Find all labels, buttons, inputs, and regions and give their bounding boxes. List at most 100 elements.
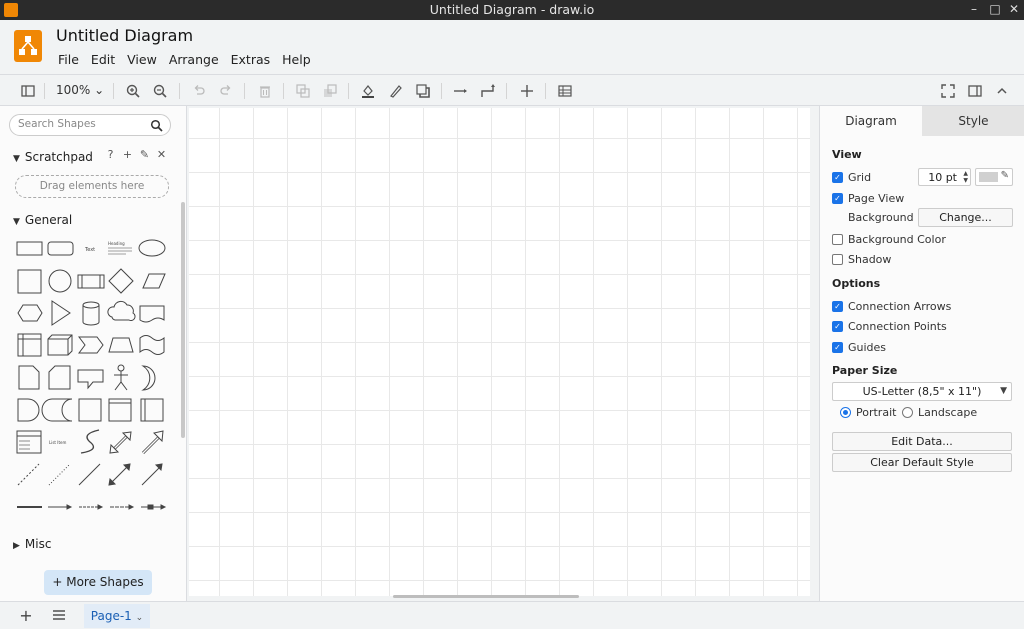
shape-note[interactable] [18, 365, 40, 390]
edit-icon[interactable]: ✎ [138, 148, 151, 161]
shape-hexagon[interactable] [17, 304, 43, 322]
insert-icon[interactable] [518, 82, 536, 100]
checkbox-connection-arrows[interactable]: ✓ [832, 300, 843, 312]
line-color-icon[interactable] [387, 82, 405, 100]
search-icon[interactable] [150, 119, 163, 132]
chevron-down-icon[interactable]: ⌄ [136, 613, 144, 623]
shape-rectangle[interactable] [16, 241, 43, 256]
checkbox-page-view[interactable]: ✓ [832, 192, 843, 204]
shape-process[interactable] [77, 274, 105, 289]
close-icon[interactable]: ✕ [155, 148, 168, 161]
shape-trapezoid[interactable] [108, 337, 134, 353]
change-background-button[interactable]: Change... [918, 208, 1013, 227]
shape-data-storage[interactable] [41, 398, 73, 422]
shape-internal-storage[interactable] [17, 333, 42, 357]
misc-header[interactable]: ▶ Misc [13, 537, 51, 551]
shape-curve[interactable] [80, 429, 100, 454]
shape-bidirectional-arrow[interactable] [109, 431, 132, 454]
tab-diagram[interactable]: Diagram [820, 106, 922, 136]
menu-file[interactable]: File [52, 51, 85, 68]
menu-help[interactable]: Help [276, 51, 317, 68]
checkbox-connection-points[interactable]: ✓ [832, 320, 843, 332]
shape-rounded-rectangle[interactable] [47, 241, 74, 256]
checkbox-shadow[interactable] [832, 253, 843, 265]
checkbox-background-color[interactable] [832, 233, 843, 245]
add-icon[interactable]: + [121, 148, 134, 161]
shape-connector-label[interactable] [110, 504, 135, 510]
zoom-out-icon[interactable] [151, 82, 169, 100]
pages-menu-icon[interactable] [51, 607, 67, 623]
tab-style[interactable]: Style [922, 106, 1024, 136]
shape-card[interactable] [48, 365, 71, 390]
menu-view[interactable]: View [121, 51, 163, 68]
menu-edit[interactable]: Edit [85, 51, 121, 68]
to-back-icon[interactable] [321, 82, 339, 100]
shape-callout[interactable] [77, 369, 104, 390]
grid-size-stepper[interactable]: 10 pt ▲ ▼ [918, 168, 971, 186]
shape-dotted-line[interactable] [48, 463, 71, 486]
shadow-icon[interactable] [414, 82, 432, 100]
connection-straight-icon[interactable] [452, 82, 470, 100]
sidebar-scrollbar[interactable] [181, 202, 185, 438]
shape-list-item[interactable]: List Item [49, 440, 66, 445]
document-title[interactable]: Untitled Diagram [56, 26, 193, 45]
shape-triangle[interactable] [51, 300, 71, 326]
shape-delay[interactable] [17, 398, 40, 422]
shape-connector-arrow[interactable] [48, 504, 73, 510]
checkbox-guides[interactable]: ✓ [832, 341, 843, 353]
fullscreen-icon[interactable] [939, 82, 957, 100]
add-page-icon[interactable]: + [18, 606, 34, 625]
shape-parallelogram[interactable] [142, 273, 166, 289]
shape-vertical-container[interactable] [140, 398, 164, 422]
shape-square-2[interactable] [78, 398, 102, 422]
shape-circle[interactable] [48, 269, 72, 293]
maximize-icon[interactable]: □ [987, 1, 1003, 17]
shape-or[interactable] [141, 365, 156, 391]
shape-step[interactable] [78, 336, 104, 354]
menu-arrange[interactable]: Arrange [163, 51, 225, 68]
grid-color-picker[interactable]: ✎ [975, 168, 1013, 186]
more-shapes-button[interactable]: + More Shapes [44, 570, 152, 595]
diagram-canvas[interactable] [189, 108, 810, 596]
to-front-icon[interactable] [294, 82, 312, 100]
shape-directional-connector[interactable] [141, 463, 163, 486]
menu-extras[interactable]: Extras [225, 51, 277, 68]
format-panel-icon[interactable] [966, 82, 984, 100]
radio-portrait[interactable] [840, 407, 851, 418]
shape-dashed-line[interactable] [17, 463, 40, 486]
search-shapes-input[interactable] [18, 118, 148, 130]
delete-icon[interactable] [256, 82, 274, 100]
canvas-horizontal-scrollbar[interactable] [393, 595, 579, 598]
grid-option[interactable]: ✓ Grid [832, 170, 871, 184]
table-icon[interactable] [556, 82, 574, 100]
shape-cube[interactable] [47, 334, 73, 356]
shape-document[interactable] [139, 305, 165, 323]
shape-bidirectional-connector[interactable] [108, 463, 131, 486]
shape-tape[interactable] [139, 335, 165, 355]
background-color-option[interactable]: Background Color [832, 232, 946, 246]
undo-icon[interactable] [190, 82, 208, 100]
shape-cylinder[interactable] [82, 301, 100, 326]
shape-container[interactable] [108, 398, 132, 422]
shape-text[interactable]: Text [84, 247, 95, 253]
stepper-arrows-icon[interactable]: ▲ ▼ [963, 170, 968, 184]
connection-arrows-option[interactable]: ✓ Connection Arrows [832, 299, 951, 313]
shape-square[interactable] [17, 269, 42, 294]
shape-diamond[interactable] [108, 268, 134, 294]
paper-size-select[interactable]: US-Letter (8,5" x 11") ▼ [832, 382, 1012, 401]
fill-color-icon[interactable] [359, 82, 377, 100]
help-icon[interactable]: ? [104, 148, 117, 161]
page-view-option[interactable]: ✓ Page View [832, 191, 904, 205]
shape-cloud[interactable] [107, 300, 136, 321]
minimize-icon[interactable]: – [966, 1, 982, 17]
search-shapes-box[interactable] [9, 114, 171, 136]
edit-data-button[interactable]: Edit Data... [832, 432, 1012, 451]
shape-connector-block[interactable] [141, 504, 167, 510]
general-header[interactable]: ▼ General [13, 213, 72, 227]
radio-landscape[interactable] [902, 407, 913, 418]
waypoints-icon[interactable] [479, 82, 497, 100]
clear-default-style-button[interactable]: Clear Default Style [832, 453, 1012, 472]
scratchpad-header[interactable]: ▼ Scratchpad [13, 150, 93, 164]
shape-arrow[interactable] [141, 430, 164, 455]
shape-list[interactable] [16, 430, 42, 454]
